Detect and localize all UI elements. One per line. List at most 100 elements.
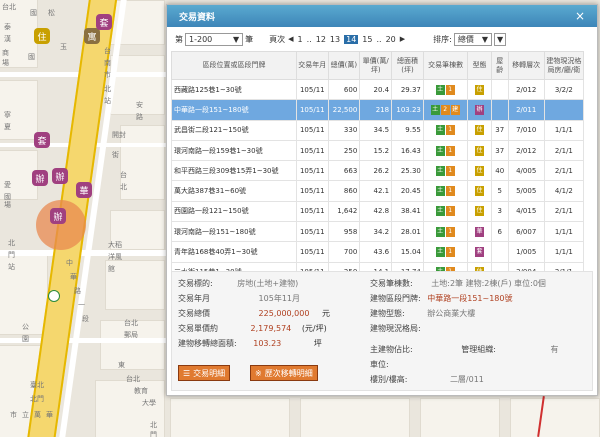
sort-select[interactable]: 總價 ▼ xyxy=(453,32,493,46)
type-icon: 住 xyxy=(475,125,485,136)
column-header[interactable]: 總面積(坪) xyxy=(391,51,424,80)
column-header[interactable]: 型態 xyxy=(467,51,492,80)
office-icon[interactable]: 辦 xyxy=(32,170,48,186)
map-label: 大稻 xyxy=(108,241,122,249)
table-row[interactable]: 西藏路125巷1~30號 105/11 600 20.4 29.37 土 1 住 2/012 3/… xyxy=(170,78,585,101)
column-header[interactable]: 總價(萬) xyxy=(327,51,361,80)
map-label: 國 xyxy=(30,9,37,17)
column-header[interactable]: 移轉層次 xyxy=(507,51,545,80)
cell-type: 華 xyxy=(467,221,492,243)
office-icon[interactable]: 辦 xyxy=(52,168,68,184)
close-icon[interactable]: × xyxy=(575,9,585,23)
target-key: 交易標的: xyxy=(178,279,213,288)
table-row[interactable]: 武昌街二段121~150號 105/11 330 34.5 9.55 土 1 住 37 7/010… xyxy=(170,119,585,141)
cell-age: 37 xyxy=(490,119,509,141)
table-row[interactable]: 西園路一段121~150號 105/11 1,642 42.8 38.41 土 1 住 3 4/0… xyxy=(170,200,585,223)
table-row[interactable]: 中華路一段151~180號 105/11 22,500 218 103.23 土 2 建辦 2/… xyxy=(170,99,585,121)
page-links: 1.. 12 13 14 15.. 20 xyxy=(296,34,398,44)
suite-icon[interactable]: 套 xyxy=(96,14,112,30)
cell-year-month: 105/11 xyxy=(296,99,329,121)
cell-area: 38.41 xyxy=(391,200,424,223)
map-label: 玉 xyxy=(60,43,67,51)
cell-area: 103.23 xyxy=(391,99,424,121)
map-label: 教育 xyxy=(134,387,148,395)
office-icon[interactable]: 辦 xyxy=(50,208,66,224)
cell-layout: 2/1/1 xyxy=(543,139,585,162)
cell-year-month: 105/11 xyxy=(296,119,329,141)
addr-value: 中華路一段151~180號 xyxy=(427,294,513,303)
map-label: 站 xyxy=(8,263,15,271)
map-label: 國 xyxy=(28,53,35,61)
addr-key: 建物區段門牌: xyxy=(370,294,421,303)
map-label: 北 xyxy=(150,421,157,429)
map-label: 安 xyxy=(136,101,143,109)
map-label: 立 xyxy=(22,411,29,419)
map-label: 場 xyxy=(4,201,11,209)
map-label: 公 xyxy=(22,323,29,331)
cell-total-price: 860 xyxy=(327,180,361,202)
total-unit: 元 xyxy=(322,309,330,318)
apartment-icon[interactable]: 寓 xyxy=(84,28,100,44)
table-row[interactable]: 環河南路一段151~180號 105/11 958 34.2 28.01 土 1 華 6 6/00… xyxy=(170,221,585,243)
column-header[interactable]: 區段位置或區段門牌 xyxy=(170,51,298,80)
cell-unit-price: 42.1 xyxy=(359,180,393,202)
cell-count-tags: 土1 xyxy=(422,180,469,202)
cell-address: 和平西路三段309巷15弄1~30號 xyxy=(170,160,298,182)
column-header[interactable]: 交易筆棟數 xyxy=(422,51,469,80)
map-label: 北 xyxy=(120,183,127,191)
transfer-history-button[interactable]: ※ 歷次移轉明細 xyxy=(250,365,318,381)
page-link[interactable]: 15 xyxy=(362,35,372,44)
map-label: 路 xyxy=(74,287,81,295)
count-tag: 1 xyxy=(445,125,455,136)
page-link[interactable]: 14 xyxy=(344,34,359,44)
page-link[interactable]: 1 xyxy=(298,35,303,44)
suite-icon[interactable]: 套 xyxy=(34,132,50,148)
cell-type: 住 xyxy=(467,78,492,101)
cell-age xyxy=(490,99,509,121)
map-label: 北門 xyxy=(30,395,44,403)
next-page-icon[interactable]: ▶ xyxy=(400,35,405,43)
transaction-detail-button[interactable]: ☰ 交易明細 xyxy=(178,365,231,381)
column-header[interactable]: 單價(萬/坪) xyxy=(359,51,393,80)
count-key: 交易筆棟數: xyxy=(370,279,413,288)
table-row[interactable]: 和平西路三段309巷15弄1~30號 105/11 663 26.2 25.30 土 1 住 4… xyxy=(170,160,585,182)
map-label: 洋風 xyxy=(108,253,122,261)
map-label: 館 xyxy=(108,265,115,273)
map-label: 站 xyxy=(104,97,111,105)
type-icon: 套 xyxy=(475,247,485,258)
unit-value: 2,179,574 xyxy=(250,324,292,333)
ym-value: 105年11月 xyxy=(258,294,300,303)
building-icon[interactable]: 華 xyxy=(76,182,92,198)
cell-floor: 6/007 xyxy=(507,221,545,243)
count-tag: 土 xyxy=(435,165,445,176)
cell-floor: 2/012 xyxy=(507,139,545,162)
cell-count-tags: 土1 xyxy=(422,200,469,223)
column-header[interactable]: 建物現況格局房/廳/衛 xyxy=(543,51,585,80)
column-header[interactable]: 交易年月 xyxy=(296,51,329,80)
cell-floor: 4/015 xyxy=(507,200,545,223)
type-icon: 華 xyxy=(475,226,485,237)
area-key: 建物移轉總面積: xyxy=(178,339,237,348)
count-tag: 土 xyxy=(435,125,445,136)
range-select[interactable]: 1-200 ▼ xyxy=(185,32,244,46)
map-label: 北 xyxy=(8,239,15,247)
apartment-icon[interactable]: 住 xyxy=(34,28,50,44)
column-header[interactable]: 屋齡 xyxy=(490,51,509,80)
page-link[interactable]: 20 xyxy=(386,35,396,44)
table-row[interactable]: 萬大路387巷31~60號 105/11 860 42.1 20.45 土 1 住 5 5/005… xyxy=(170,180,585,202)
table-row[interactable]: 環河南路一段159巷1~30號 105/11 250 15.2 16.43 土 1 住 37 2/… xyxy=(170,139,585,162)
count-tag: 1 xyxy=(445,165,455,176)
sort-direction-icon[interactable]: ▼ xyxy=(494,32,507,46)
cell-count-tags: 土1 xyxy=(422,221,469,243)
map-label: 南 xyxy=(104,59,111,67)
page-link[interactable]: 12 xyxy=(316,35,326,44)
map-label: 華 xyxy=(70,273,77,281)
count-tag: 建 xyxy=(450,104,460,115)
page-link[interactable]: 13 xyxy=(330,35,340,44)
cell-count-tags: 土1 xyxy=(422,139,469,162)
cell-age: 37 xyxy=(490,139,509,162)
cell-layout: 1/1/1 xyxy=(543,221,585,243)
prev-page-icon[interactable]: ◀ xyxy=(288,35,293,43)
cell-layout: 2/1/1 xyxy=(543,160,585,182)
table-row[interactable]: 青年路168巷40弄1~30號 105/11 700 43.6 15.04 土 1 套 1/00… xyxy=(170,241,585,263)
